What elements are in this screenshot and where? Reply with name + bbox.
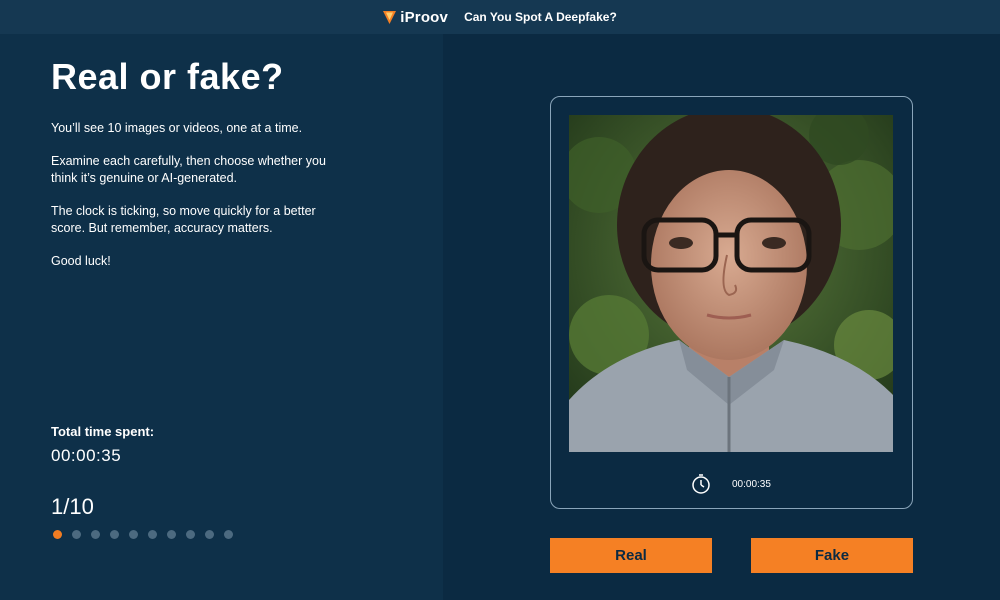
progress-dot [110,530,119,539]
instruction-paragraph: The clock is ticking, so move quickly fo… [51,203,316,236]
real-button[interactable]: Real [550,538,712,573]
iproov-logo[interactable]: iProov [383,9,448,26]
iproov-logo-icon [383,10,397,24]
fake-button[interactable]: Fake [751,538,913,573]
subject-photo [569,115,893,452]
instruction-paragraph: Good luck! [51,253,111,268]
progress-dot [224,530,233,539]
portrait-image [569,115,893,452]
media-timer-value: 00:00:35 [732,478,771,490]
total-time-label: Total time spent: [51,424,155,439]
instruction-paragraph: You’ll see 10 images or videos, one at a… [51,121,303,135]
progress-dot [53,530,62,539]
progress-dots [53,530,233,539]
progress-dot [148,530,157,539]
top-bar: iProov Can You Spot A Deepfake? [0,0,1000,34]
progress-dot [167,530,176,539]
instruction-paragraph: Examine each carefully, then choose whet… [51,153,326,186]
page-title: Can You Spot A Deepfake? [464,10,617,24]
stopwatch-icon [692,474,710,494]
media-timer: 00:00:35 [690,473,771,495]
progress-dot [72,530,81,539]
progress-dot [129,530,138,539]
progress-dot [205,530,214,539]
progress-dot [186,530,195,539]
heading: Real or fake? [51,56,284,97]
progress-count: 1/10 [51,494,94,519]
logo-text: iProov [400,8,449,26]
instructions-text: You’ll see 10 images or videos, one at a… [51,120,341,285]
total-time-value: 00:00:35 [51,446,122,465]
progress-dot [91,530,100,539]
